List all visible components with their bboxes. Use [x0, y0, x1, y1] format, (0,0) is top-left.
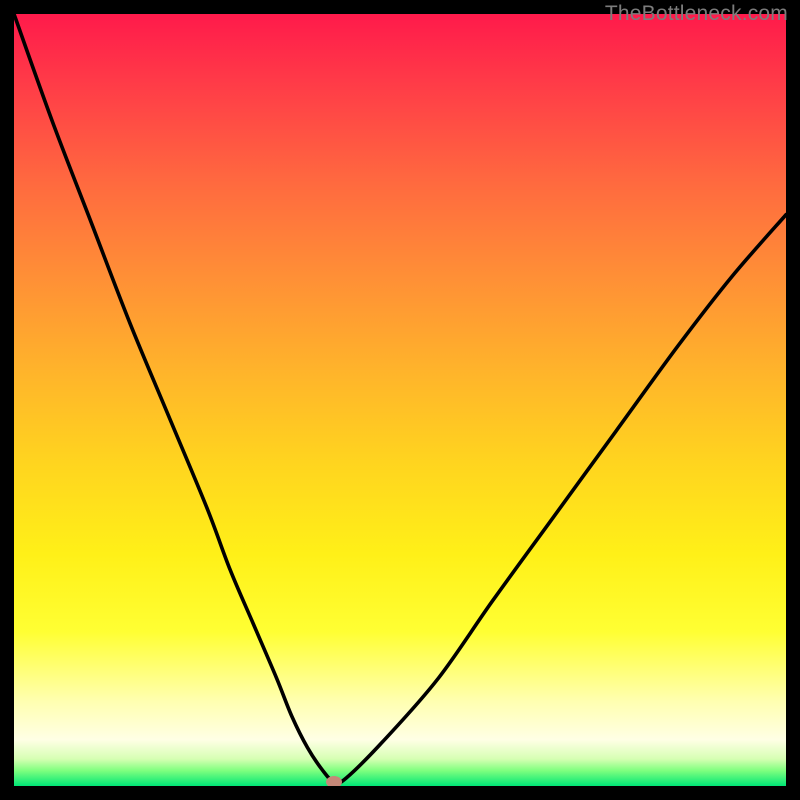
- optimal-point-marker: [326, 776, 342, 786]
- plot-area: [14, 14, 786, 786]
- watermark-text: TheBottleneck.com: [605, 2, 788, 26]
- chart-stage: TheBottleneck.com: [0, 0, 800, 800]
- bottleneck-curve: [14, 14, 786, 786]
